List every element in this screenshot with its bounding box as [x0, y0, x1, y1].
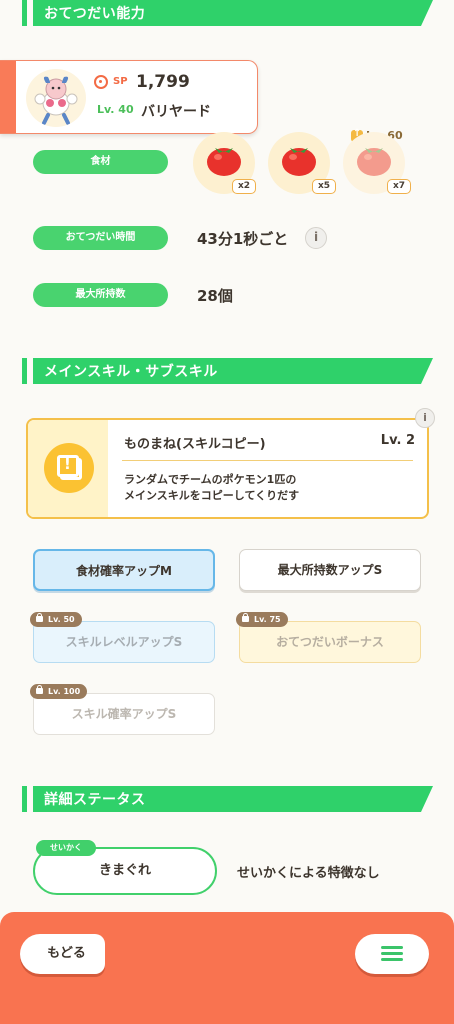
- card-stripe: [0, 61, 16, 133]
- subskill-button-3[interactable]: スキルレベルアップS: [33, 621, 215, 663]
- hamburger-icon: [381, 946, 403, 962]
- lock-badge: Lv. 75: [236, 612, 288, 627]
- pokemon-level: Lv. 40: [97, 103, 134, 116]
- subskill-button-2[interactable]: 最大所持数アップS: [239, 549, 421, 591]
- main-skill-description: ランダムでチームのポケモン1匹の メインスキルをコピーしてくりだす: [124, 473, 300, 502]
- info-icon[interactable]: i: [415, 408, 435, 428]
- ingredient-slot-1[interactable]: x2: [193, 132, 256, 194]
- bottom-nav-bar: もどる: [0, 912, 454, 1024]
- nature-tag: せいかく: [36, 840, 96, 856]
- ingredient-qty: x5: [312, 179, 336, 194]
- section-header-helping: おてつだい能力: [22, 0, 433, 26]
- subskill-button-1[interactable]: 食材確率アップM: [33, 549, 215, 591]
- tomato-icon: [207, 148, 241, 176]
- back-button[interactable]: もどる: [20, 934, 105, 974]
- ingredients-label: 食材: [33, 150, 168, 174]
- max-carry-label: 最大所持数: [33, 283, 168, 307]
- main-skill-card[interactable]: ! ものまね(スキルコピー) Lv. 2 ランダムでチームのポケモン1匹の メイ…: [26, 418, 429, 519]
- lock-icon: [36, 613, 43, 622]
- pokemon-card[interactable]: SP 1,799 Lv. 40 バリヤード: [0, 60, 258, 134]
- skill-copy-icon: !: [44, 443, 94, 493]
- skill-icon-area: !: [28, 420, 108, 517]
- sp-value: 1,799: [136, 72, 190, 92]
- ingredient-qty: x7: [387, 179, 411, 194]
- divider: [122, 460, 413, 461]
- tomato-icon: [282, 148, 316, 176]
- section-accent-bar: [22, 358, 27, 384]
- tomato-icon: [357, 148, 391, 176]
- main-skill-name: ものまね(スキルコピー): [124, 437, 266, 452]
- sp-label: SP: [113, 76, 128, 87]
- section-title: 詳細ステータス: [44, 792, 146, 808]
- section-title: おてつだい能力: [44, 6, 146, 22]
- pokemon-name: バリヤード: [141, 104, 211, 120]
- ingredient-slot-2[interactable]: x5: [268, 132, 336, 194]
- menu-button[interactable]: [355, 934, 429, 974]
- lock-badge: Lv. 100: [30, 684, 88, 699]
- max-carry-value: 28個: [197, 287, 233, 305]
- main-skill-level: Lv. 2: [380, 433, 415, 448]
- ingredient-qty: x2: [232, 179, 256, 194]
- sp-icon: [94, 75, 108, 89]
- section-accent-bar: [22, 786, 27, 812]
- section-header-status: 詳細ステータス: [22, 786, 433, 812]
- subskill-button-5[interactable]: スキル確率アップS: [33, 693, 215, 735]
- help-time-value: 43分1秒ごと: [197, 230, 289, 248]
- lock-badge: Lv. 50: [30, 612, 82, 627]
- info-icon[interactable]: i: [305, 227, 327, 249]
- section-header-skills: メインスキル・サブスキル: [22, 358, 433, 384]
- ingredient-slot-3[interactable]: x7: [343, 132, 411, 194]
- section-accent-bar: [22, 0, 27, 26]
- subskill-button-4[interactable]: おてつだいボーナス: [239, 621, 421, 663]
- pokemon-avatar: [26, 69, 86, 127]
- lock-icon: [242, 613, 249, 622]
- section-title: メインスキル・サブスキル: [44, 364, 218, 380]
- nature-description: せいかくによる特徴なし: [237, 866, 380, 881]
- lock-icon: [36, 685, 43, 694]
- help-time-label: おてつだい時間: [33, 226, 168, 250]
